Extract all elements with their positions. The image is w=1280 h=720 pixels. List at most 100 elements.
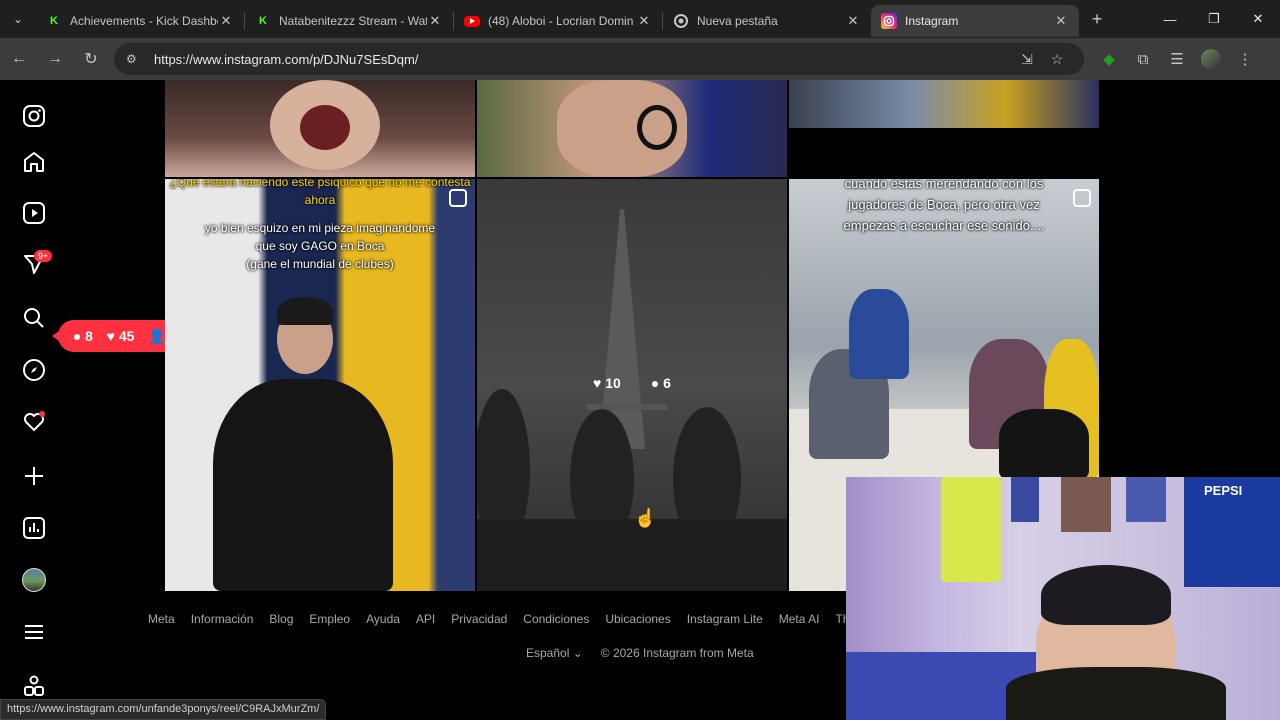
copyright: © 2026 Instagram from Meta bbox=[600, 646, 754, 660]
instagram-logo-icon[interactable] bbox=[20, 102, 48, 130]
footer-links: Meta Información Blog Empleo Ayuda API P… bbox=[140, 612, 887, 626]
close-window-icon[interactable]: ✕ bbox=[1236, 0, 1280, 38]
messages-badge: 9+ bbox=[34, 250, 53, 262]
more-menu-icon[interactable] bbox=[20, 618, 48, 646]
post-caption-line: que soy GAGO en Boca bbox=[255, 239, 385, 253]
tab-search-chevron-icon[interactable]: ⌄ bbox=[0, 0, 36, 38]
footer-link-blog[interactable]: Blog bbox=[269, 612, 293, 626]
footer-link-meta[interactable]: Meta bbox=[148, 612, 175, 626]
close-icon[interactable]: ✕ bbox=[427, 13, 443, 29]
tab-1[interactable]: K Natabenitezzz Stream - Wat ✕ bbox=[245, 5, 453, 37]
tab-2[interactable]: (48) Aloboi - Locrian Domin ✕ bbox=[454, 5, 662, 37]
youtube-icon bbox=[464, 15, 480, 27]
extensions-puzzle-icon[interactable]: ⧉ bbox=[1126, 42, 1160, 76]
hanging-jersey bbox=[941, 477, 1001, 582]
jersey-text: PEPSI bbox=[1204, 483, 1243, 498]
new-tab-button[interactable]: + bbox=[1079, 9, 1115, 30]
post-caption-line: (gane el mundial de clubes) bbox=[246, 257, 394, 271]
profile-avatar[interactable] bbox=[1194, 42, 1228, 76]
close-icon[interactable]: ✕ bbox=[1053, 13, 1069, 29]
heart-icon: ♥ bbox=[106, 328, 115, 344]
tab-strip: ⌄ K Achievements - Kick Dashbo ✕ K Natab… bbox=[0, 0, 1280, 38]
like-count: ♥ 45 bbox=[106, 328, 135, 344]
poster bbox=[1061, 477, 1111, 532]
tab-4[interactable]: Instagram ✕ bbox=[871, 5, 1079, 37]
post-hover-stats: ♥ 10 ● 6 bbox=[477, 375, 787, 391]
tab-0[interactable]: K Achievements - Kick Dashbo ✕ bbox=[36, 5, 244, 37]
tab-title: Instagram bbox=[905, 14, 959, 28]
menu-kebab-icon[interactable]: ⋮ bbox=[1228, 42, 1262, 76]
language-select[interactable]: Español ⌄ bbox=[526, 646, 583, 660]
post-caption-line: yo bien esquizo en mi pieza imaginandome bbox=[204, 221, 436, 235]
poster bbox=[1126, 477, 1166, 522]
post-caption-line: cuando estas merendando con los bbox=[844, 179, 1044, 191]
bookmark-star-icon[interactable]: ☆ bbox=[1042, 51, 1072, 68]
post-thumbnail-hovered[interactable]: ♥ 10 ● 6 bbox=[477, 179, 787, 591]
tab-3[interactable]: Nueva pestaña ✕ bbox=[663, 5, 871, 37]
instagram-sidebar: 9+ bbox=[0, 80, 68, 720]
close-icon[interactable]: ✕ bbox=[845, 13, 861, 29]
post-thumbnail[interactable]: ¿Que estara haciendo este psiquico que n… bbox=[165, 179, 475, 591]
footer-link-meta-ai[interactable]: Meta AI bbox=[779, 612, 820, 626]
likes-stat: ♥ 10 bbox=[593, 375, 621, 391]
person-icon: 👤 bbox=[148, 327, 166, 344]
comment-icon: ● bbox=[650, 375, 660, 391]
address-bar[interactable]: ⚙ https://www.instagram.com/p/DJNu7SEsDq… bbox=[114, 43, 1084, 75]
window-controls: — ❐ ✕ bbox=[1148, 0, 1280, 38]
post-thumbnail[interactable] bbox=[165, 80, 475, 177]
tab-title: (48) Aloboi - Locrian Domin bbox=[488, 14, 634, 28]
tab-title: Achievements - Kick Dashbo bbox=[70, 14, 218, 28]
restore-icon[interactable]: ❐ bbox=[1192, 0, 1236, 38]
post-thumbnail[interactable] bbox=[477, 80, 787, 177]
hand-cursor-icon: ☝ bbox=[634, 508, 657, 528]
footer-link-privacy[interactable]: Privacidad bbox=[451, 612, 507, 626]
person-figure bbox=[999, 409, 1089, 479]
footer-link-instagram-lite[interactable]: Instagram Lite bbox=[687, 612, 763, 626]
tab-title: Nueva pestaña bbox=[697, 14, 778, 28]
url-text: https://www.instagram.com/p/DJNu7SEsDqm/ bbox=[154, 51, 419, 67]
notifications-heart-icon[interactable] bbox=[20, 408, 48, 436]
tab-title: Natabenitezzz Stream - Wat bbox=[279, 14, 427, 28]
post-caption-line: empezas a escuchar ese sonido.... bbox=[843, 218, 1045, 233]
site-info-icon[interactable]: ⚙ bbox=[126, 52, 146, 66]
post-caption-top: ¿Que estara haciendo este psiquico que n… bbox=[169, 179, 471, 207]
footer-link-locations[interactable]: Ubicaciones bbox=[605, 612, 670, 626]
install-app-icon[interactable]: ⇲ bbox=[1012, 51, 1042, 68]
dashboard-icon[interactable] bbox=[20, 514, 48, 542]
reels-icon[interactable] bbox=[20, 199, 48, 227]
chevron-down-icon: ⌄ bbox=[572, 646, 583, 660]
chrome-icon bbox=[673, 13, 689, 29]
footer-link-jobs[interactable]: Empleo bbox=[309, 612, 350, 626]
streamer-hair bbox=[1041, 565, 1171, 625]
explore-compass-icon[interactable] bbox=[20, 356, 48, 384]
back-icon[interactable]: ← bbox=[2, 42, 36, 76]
footer-link-info[interactable]: Información bbox=[191, 612, 254, 626]
footer-link-terms[interactable]: Condiciones bbox=[523, 612, 589, 626]
extension-green-icon[interactable]: ◆ bbox=[1092, 42, 1126, 76]
forward-icon[interactable]: → bbox=[38, 42, 72, 76]
minimize-icon[interactable]: — bbox=[1148, 0, 1192, 38]
close-icon[interactable]: ✕ bbox=[218, 13, 234, 29]
kick-icon: K bbox=[50, 15, 58, 27]
poster bbox=[1011, 477, 1039, 522]
reel-icon bbox=[449, 189, 467, 207]
create-plus-icon[interactable] bbox=[20, 462, 48, 490]
hanging-jersey: PEPSI bbox=[1184, 477, 1280, 587]
instagram-icon bbox=[881, 13, 897, 29]
search-icon[interactable] bbox=[20, 304, 48, 332]
comments-stat: ● 6 bbox=[650, 375, 671, 391]
profile-avatar[interactable] bbox=[20, 566, 48, 594]
also-from-meta-icon[interactable] bbox=[20, 672, 48, 700]
footer-sub: Español ⌄ © 2026 Instagram from Meta bbox=[526, 646, 754, 660]
post-caption-line: jugadores de Boca, pero otra vez bbox=[848, 197, 1040, 212]
home-icon[interactable] bbox=[20, 148, 48, 176]
post-thumbnail[interactable] bbox=[789, 80, 1099, 128]
link-status-bar: https://www.instagram.com/unfande3ponys/… bbox=[0, 699, 327, 720]
reading-list-icon[interactable]: ☰ bbox=[1160, 42, 1194, 76]
comment-count: ● 8 bbox=[72, 328, 93, 344]
close-icon[interactable]: ✕ bbox=[636, 13, 652, 29]
reload-icon[interactable]: ↻ bbox=[74, 42, 108, 76]
streamer-webcam: PEPSI bbox=[846, 477, 1280, 720]
footer-link-help[interactable]: Ayuda bbox=[366, 612, 400, 626]
footer-link-api[interactable]: API bbox=[416, 612, 435, 626]
